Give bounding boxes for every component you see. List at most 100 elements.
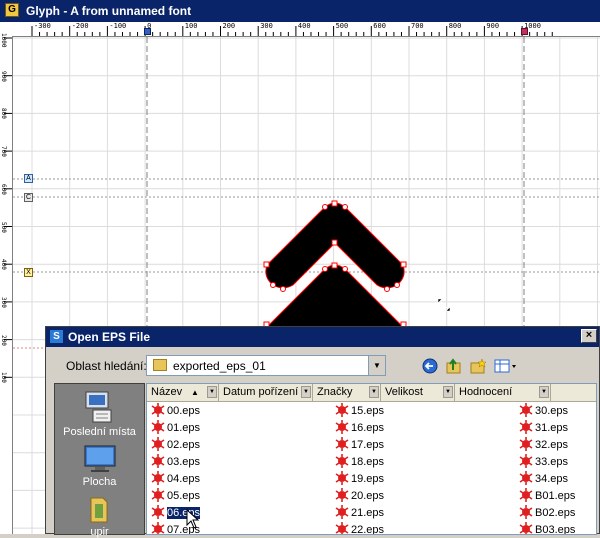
file-name: 16.eps	[351, 422, 385, 434]
file-item[interactable]: B02.eps	[519, 505, 575, 522]
chevron-down-icon[interactable]: ▼	[301, 386, 311, 398]
file-item[interactable]: 16.eps	[335, 420, 384, 437]
file-item[interactable]: 30.eps	[519, 403, 568, 420]
file-item[interactable]: 03.eps	[151, 454, 200, 471]
dialog-title: Open EPS File	[68, 330, 151, 344]
folder-icon	[153, 359, 167, 371]
file-item[interactable]: 22.eps	[335, 522, 385, 535]
eps-file-icon	[335, 420, 349, 434]
ruler-label: 800	[448, 22, 462, 30]
eps-file-icon	[335, 437, 349, 451]
view-menu-icon[interactable]	[492, 356, 520, 376]
left-bearing-handle-icon[interactable]	[144, 28, 151, 35]
ruler-label: 600	[0, 183, 7, 195]
chevron-down-icon[interactable]: ▼	[539, 386, 549, 398]
chevron-down-icon[interactable]: ▼	[369, 386, 379, 398]
file-name: 20.eps	[351, 490, 385, 502]
ruler-label: 700	[411, 22, 424, 30]
column-header-name[interactable]: Název ▲ ▼	[147, 384, 219, 401]
eps-file-icon	[519, 471, 533, 485]
eps-file-icon	[335, 454, 349, 468]
eps-file-icon	[335, 471, 349, 485]
file-item[interactable]: 21.eps	[335, 505, 384, 522]
file-item[interactable]: 04.eps	[151, 471, 200, 488]
file-item[interactable]: B03.eps	[519, 522, 575, 534]
eps-file-icon	[151, 471, 165, 485]
file-list[interactable]: Název ▲ ▼ Datum pořízení ▼ Značky ▼ Velikost…	[146, 383, 597, 535]
column-header-rating[interactable]: Hodnocení ▼	[455, 384, 551, 401]
place-user[interactable]: upir	[55, 494, 144, 538]
file-item[interactable]: 31.eps	[519, 420, 568, 437]
window-titlebar[interactable]: G Glyph - A from unnamed font	[0, 0, 600, 22]
column-header-size[interactable]: Velikost ▼	[381, 384, 455, 401]
place-desktop[interactable]: Plocha	[55, 444, 144, 488]
dialog-titlebar[interactable]: S Open EPS File ×	[46, 327, 599, 347]
ruler-label: 900	[0, 70, 7, 82]
chevron-down-icon[interactable]: ▼	[368, 356, 385, 375]
chevron-down-icon[interactable]: ▼	[207, 386, 217, 398]
file-name: 05.eps	[167, 490, 201, 502]
column-header-tags[interactable]: Značky ▼	[313, 384, 381, 401]
ruler-label: 1000	[0, 33, 7, 48]
guide-marker-cap[interactable]: C	[24, 193, 33, 202]
guide-marker-xheight[interactable]: X	[24, 268, 33, 277]
eps-file-icon	[151, 522, 165, 534]
file-name: 19.eps	[351, 473, 385, 485]
eps-file-icon	[335, 488, 349, 502]
guide-marker-ascender[interactable]: A	[24, 174, 33, 183]
lookin-select[interactable]: exported_eps_01 ▼	[146, 355, 386, 376]
chevron-down-icon[interactable]: ▼	[443, 386, 453, 398]
ruler-label: 400	[297, 22, 311, 30]
column-header-date[interactable]: Datum pořízení ▼	[219, 384, 313, 401]
file-item[interactable]: 20.eps	[335, 488, 384, 505]
eps-file-icon	[151, 420, 165, 434]
window-title: Glyph - A from unnamed font	[26, 4, 192, 18]
ruler-label: 600	[373, 22, 386, 30]
advance-width-handle-icon[interactable]	[521, 28, 528, 35]
file-name: 17.eps	[351, 439, 385, 451]
eps-file-icon	[335, 505, 349, 519]
file-item[interactable]: 02.eps	[151, 437, 200, 454]
close-icon[interactable]: ×	[581, 329, 597, 343]
file-item[interactable]: 15.eps	[335, 403, 384, 420]
ruler-label: 100	[184, 22, 198, 30]
dialog-app-icon: S	[50, 330, 63, 343]
file-name: 32.eps	[535, 439, 569, 451]
file-name: 22.eps	[351, 524, 385, 535]
place-label: upir	[90, 526, 109, 538]
file-item[interactable]: B01.eps	[519, 488, 575, 505]
eps-file-icon	[519, 403, 533, 417]
place-label: Plocha	[82, 476, 117, 488]
lookin-value: exported_eps_01	[173, 359, 266, 373]
file-item[interactable]: 33.eps	[519, 454, 568, 471]
app-icon: G	[5, 3, 19, 17]
eps-file-icon	[519, 522, 533, 534]
open-eps-dialog[interactable]: S Open EPS File × Oblast hledání: export…	[45, 326, 600, 538]
eps-file-icon	[519, 505, 533, 519]
file-item[interactable]: 19.eps	[335, 471, 384, 488]
eps-file-icon	[519, 488, 533, 502]
place-label: Poslední místa	[63, 426, 136, 438]
desktop-icon	[84, 445, 115, 472]
resize-cursor-icon	[437, 298, 451, 312]
file-item[interactable]: 17.eps	[335, 437, 384, 454]
ruler-label: -200	[71, 22, 89, 30]
file-item[interactable]: 18.eps	[335, 454, 384, 471]
back-icon[interactable]	[420, 356, 440, 376]
file-name: B02.eps	[535, 507, 576, 519]
eps-file-icon	[519, 420, 533, 434]
file-name: 30.eps	[535, 405, 569, 417]
file-item[interactable]: 32.eps	[519, 437, 568, 454]
new-folder-icon[interactable]	[468, 356, 488, 376]
lookin-label: Oblast hledání:	[66, 359, 147, 373]
file-item[interactable]: 05.eps	[151, 488, 200, 505]
file-name: 03.eps	[167, 456, 201, 468]
up-folder-icon[interactable]	[444, 356, 464, 376]
file-item[interactable]: 01.eps	[151, 420, 200, 437]
file-name: 34.eps	[535, 473, 569, 485]
eps-file-icon	[151, 403, 165, 417]
file-item[interactable]: 34.eps	[519, 471, 568, 488]
file-name: 01.eps	[167, 422, 201, 434]
file-item[interactable]: 00.eps	[151, 403, 200, 420]
place-recent[interactable]: Poslední místa	[55, 390, 144, 438]
